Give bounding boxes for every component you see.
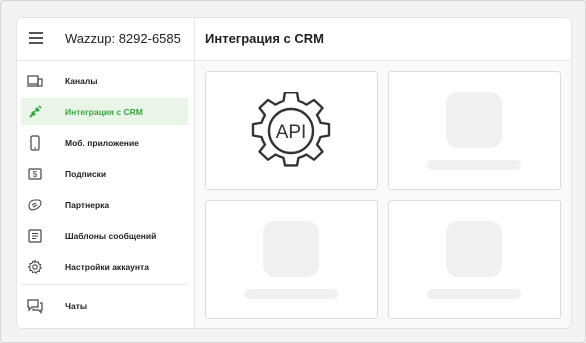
sidebar-item-label: Моб. приложение bbox=[65, 138, 139, 148]
integration-card-placeholder bbox=[388, 71, 561, 190]
sidebar: Wazzup: 8292-6585 Каналы Интеграция с CR… bbox=[17, 18, 195, 328]
page-title: Интеграция с CRM bbox=[205, 31, 325, 46]
dollar-icon: $ bbox=[28, 168, 42, 180]
sidebar-item-label: Интеграция с CRM bbox=[65, 107, 143, 117]
sidebar-item-subscriptions[interactable]: $ Подписки bbox=[21, 160, 188, 187]
placeholder-image bbox=[446, 221, 502, 277]
brand-bar: Wazzup: 8292-6585 bbox=[17, 18, 194, 61]
sidebar-divider bbox=[21, 284, 188, 285]
placeholder-image bbox=[263, 221, 319, 277]
integration-card-placeholder bbox=[388, 200, 561, 319]
menu-icon[interactable] bbox=[29, 32, 43, 44]
sidebar-item-channels[interactable]: Каналы bbox=[21, 67, 188, 94]
sidebar-item-label: Шаблоны сообщений bbox=[65, 231, 157, 241]
main-content: Интеграция с CRM API bbox=[195, 18, 571, 328]
sidebar-item-label: Каналы bbox=[65, 76, 98, 86]
sidebar-item-partners[interactable]: Партнерка bbox=[21, 191, 188, 218]
integration-card-placeholder bbox=[205, 200, 378, 319]
app-window: Wazzup: 8292-6585 Каналы Интеграция с CR… bbox=[16, 17, 572, 329]
svg-text:$: $ bbox=[33, 170, 38, 179]
placeholder-text bbox=[244, 289, 338, 299]
screenshot-frame: Wazzup: 8292-6585 Каналы Интеграция с CR… bbox=[0, 0, 586, 343]
main-header: Интеграция с CRM bbox=[195, 18, 571, 61]
placeholder-image bbox=[446, 92, 502, 148]
plug-icon bbox=[29, 105, 42, 118]
sidebar-item-label: Подписки bbox=[65, 169, 107, 179]
chat-icon bbox=[27, 299, 43, 314]
template-icon bbox=[28, 229, 42, 243]
app-title: Wazzup: 8292-6585 bbox=[65, 31, 181, 46]
sidebar-item-account-settings[interactable]: Настройки аккаунта bbox=[21, 253, 188, 280]
sidebar-item-crm-integration[interactable]: Интеграция с CRM bbox=[21, 98, 188, 125]
devices-icon bbox=[27, 75, 43, 87]
sidebar-item-mobile-app[interactable]: Моб. приложение bbox=[21, 129, 188, 156]
api-label: API bbox=[276, 122, 307, 143]
gear-icon bbox=[27, 259, 42, 274]
placeholder-text bbox=[427, 160, 521, 170]
phone-icon bbox=[30, 135, 40, 151]
api-integration-card[interactable]: API bbox=[205, 71, 378, 190]
api-gear-icon: API bbox=[251, 92, 331, 167]
handshake-icon bbox=[28, 199, 42, 211]
sidebar-item-chats[interactable]: Чаты bbox=[21, 292, 188, 319]
sidebar-item-label: Настройки аккаунта bbox=[65, 262, 149, 272]
sidebar-item-message-templates[interactable]: Шаблоны сообщений bbox=[21, 222, 188, 249]
sidebar-item-label: Партнерка bbox=[65, 200, 110, 210]
sidebar-item-label: Чаты bbox=[65, 301, 88, 311]
placeholder-text bbox=[427, 289, 521, 299]
